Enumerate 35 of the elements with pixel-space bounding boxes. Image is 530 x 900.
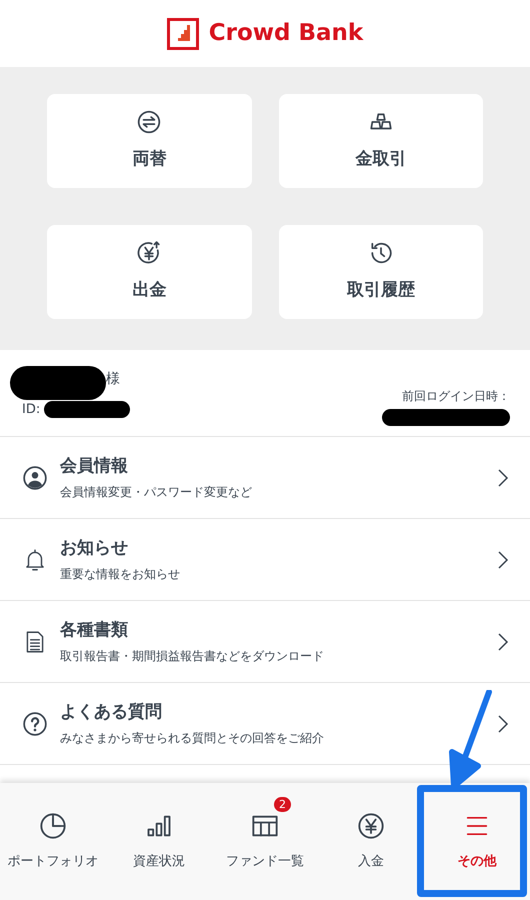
chevron-right-icon <box>496 712 510 734</box>
chevron-right-icon <box>496 548 510 570</box>
quick-action-card[interactable]: 出金 <box>47 224 252 318</box>
menu-subtitle: みなさまから寄せられる質問とその回答をご紹介 <box>60 730 325 748</box>
menu-row[interactable]: 各種書類 取引報告書・期間損益報告書などをダウンロード <box>0 601 530 683</box>
quick-action-card[interactable]: 両替 <box>47 94 252 188</box>
yen-coin-icon <box>136 240 162 266</box>
user-icon <box>22 464 48 490</box>
exchange-icon <box>136 109 162 136</box>
tab[interactable]: 2 ファンド一覧 <box>212 783 318 900</box>
menu-title: 会員情報 <box>60 454 129 478</box>
last-login-label: 前回ログイン日時： <box>402 388 510 405</box>
tab[interactable]: ポートフォリオ <box>0 783 106 900</box>
menu-row[interactable]: 会員情報 会員情報変更・パスワード変更など <box>0 437 530 519</box>
question-icon <box>22 710 48 736</box>
menu-subtitle: 重要な情報をお知らせ <box>60 566 181 584</box>
menu-title: 各種書類 <box>60 618 129 642</box>
quick-action-card[interactable]: 取引履歴 <box>278 224 483 318</box>
menu-subtitle: 会員情報変更・パスワード変更など <box>60 484 253 502</box>
badge: 2 <box>274 797 291 812</box>
id-label: ID: <box>22 401 40 419</box>
tab[interactable]: 資産状況 <box>106 783 212 900</box>
chevron-right-icon <box>496 466 510 488</box>
logo-text: Crowd Bank <box>208 19 364 48</box>
logo-icon <box>166 18 201 50</box>
menu-title: お知らせ <box>60 536 129 560</box>
menu-subtitle: 取引報告書・期間損益報告書などをダウンロード <box>60 648 325 666</box>
menu-title: よくある質問 <box>60 700 163 724</box>
menu-row[interactable]: お知らせ 重要な情報をお知らせ <box>0 519 530 601</box>
yen-coin-icon <box>357 812 385 840</box>
chevron-right-icon <box>496 630 510 652</box>
tab[interactable]: 入金 <box>318 783 424 900</box>
honorific-text: 様 <box>106 370 120 388</box>
quick-action-card[interactable]: 金取引 <box>278 94 483 188</box>
pie-chart-icon <box>39 812 67 840</box>
